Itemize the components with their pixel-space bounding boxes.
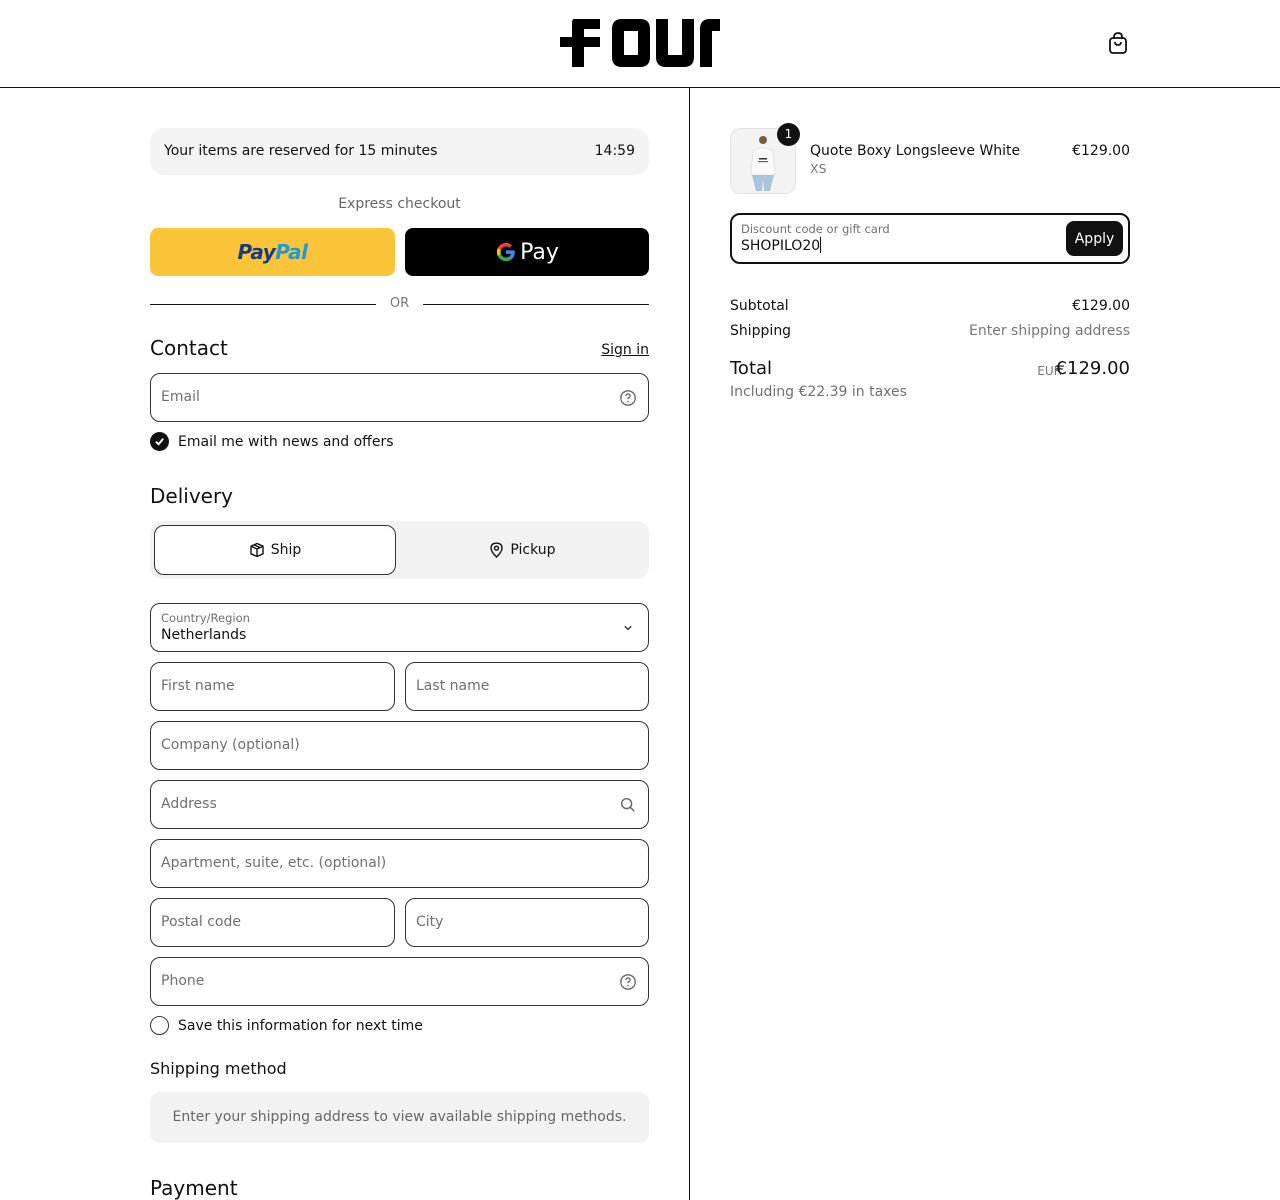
help-circle-icon[interactable] bbox=[619, 389, 637, 407]
discount-label: Discount code or gift card bbox=[741, 222, 890, 236]
first-name-placeholder: First name bbox=[161, 678, 235, 694]
paypal-logo-pay: Pay bbox=[237, 240, 276, 264]
package-box-icon bbox=[250, 542, 264, 558]
search-icon bbox=[620, 797, 635, 812]
subtotal-label: Subtotal bbox=[730, 298, 789, 314]
country-value: Netherlands bbox=[161, 627, 247, 643]
postal-code-placeholder: Postal code bbox=[161, 914, 241, 930]
email-placeholder: Email bbox=[161, 389, 200, 405]
google-g-icon bbox=[496, 242, 515, 262]
brand-logo[interactable] bbox=[560, 19, 720, 67]
product-price: €129.00 bbox=[1072, 143, 1130, 159]
save-info-label: Save this information for next time bbox=[178, 1017, 423, 1034]
ship-label: Ship bbox=[270, 542, 302, 558]
delivery-heading: Delivery bbox=[150, 484, 234, 508]
location-pin-icon bbox=[490, 542, 504, 558]
subtotal-row: Subtotal €129.00 bbox=[730, 298, 1130, 314]
shipping-method-heading: Shipping method bbox=[150, 1059, 287, 1078]
newsletter-label: Email me with news and offers bbox=[178, 433, 394, 450]
header bbox=[0, 0, 1280, 88]
country-select[interactable]: Country/Region Netherlands bbox=[150, 603, 649, 652]
pickup-label: Pickup bbox=[510, 542, 556, 558]
phone-placeholder: Phone bbox=[161, 973, 205, 989]
ship-option[interactable]: Ship bbox=[154, 525, 396, 575]
discount-code-field[interactable]: Discount code or gift card SHOPILO20 App… bbox=[730, 213, 1130, 264]
city-placeholder: City bbox=[416, 914, 444, 930]
google-pay-label: Pay bbox=[520, 239, 559, 265]
shipping-method-info: Enter your shipping address to view avai… bbox=[150, 1092, 649, 1143]
payment-heading: Payment bbox=[150, 1176, 238, 1200]
tax-note: Including €22.39 in taxes bbox=[730, 384, 907, 400]
contact-heading: Contact bbox=[150, 336, 228, 360]
help-circle-icon[interactable] bbox=[619, 973, 637, 991]
pickup-option[interactable]: Pickup bbox=[400, 525, 645, 575]
city-field[interactable]: City bbox=[405, 898, 649, 947]
quantity-badge: 1 bbox=[777, 123, 800, 146]
shopping-bag-icon[interactable] bbox=[1106, 31, 1130, 55]
sign-in-link[interactable]: Sign in bbox=[601, 342, 649, 358]
company-placeholder: Company (optional) bbox=[161, 737, 300, 753]
first-name-field[interactable]: First name bbox=[150, 662, 395, 711]
phone-field[interactable]: Phone bbox=[150, 957, 649, 1006]
postal-code-field[interactable]: Postal code bbox=[150, 898, 395, 947]
chevron-down-icon bbox=[624, 625, 632, 631]
country-label: Country/Region bbox=[161, 611, 250, 625]
paypal-logo-pal: Pal bbox=[275, 240, 308, 264]
reservation-timer: 14:59 bbox=[594, 143, 635, 159]
address-field[interactable]: Address bbox=[150, 780, 649, 829]
apartment-field[interactable]: Apartment, suite, etc. (optional) bbox=[150, 839, 649, 888]
company-field[interactable]: Company (optional) bbox=[150, 721, 649, 770]
newsletter-checkbox[interactable] bbox=[150, 432, 169, 451]
paypal-button[interactable]: PayPal bbox=[150, 228, 395, 276]
reservation-banner: Your items are reserved for 15 minutes 1… bbox=[150, 128, 649, 175]
or-text: OR bbox=[389, 296, 410, 311]
address-placeholder: Address bbox=[161, 796, 217, 812]
newsletter-checkbox-row[interactable]: Email me with news and offers bbox=[150, 432, 394, 451]
save-info-checkbox-row[interactable]: Save this information for next time bbox=[150, 1016, 423, 1035]
checkmark-icon bbox=[155, 438, 164, 446]
total-label: Total bbox=[730, 358, 773, 379]
or-divider: OR bbox=[150, 296, 649, 311]
shipping-label: Shipping bbox=[730, 323, 792, 339]
save-info-checkbox[interactable] bbox=[150, 1016, 169, 1035]
subtotal-value: €129.00 bbox=[1072, 298, 1130, 314]
total-value: €129.00 bbox=[1055, 358, 1130, 379]
last-name-field[interactable]: Last name bbox=[405, 662, 649, 711]
product-variant: XS bbox=[810, 161, 827, 176]
text-cursor bbox=[820, 237, 822, 253]
discount-value-wrap: SHOPILO20 bbox=[741, 237, 822, 254]
apply-discount-button[interactable]: Apply bbox=[1066, 221, 1123, 256]
express-checkout-label: Express checkout bbox=[338, 196, 461, 212]
shipping-value: Enter shipping address bbox=[969, 323, 1130, 339]
google-pay-button[interactable]: Pay bbox=[405, 228, 649, 276]
apartment-placeholder: Apartment, suite, etc. (optional) bbox=[161, 855, 387, 871]
reservation-text: Your items are reserved for 15 minutes bbox=[164, 143, 438, 159]
shipping-row: Shipping Enter shipping address bbox=[730, 323, 1130, 339]
discount-value: SHOPILO20 bbox=[741, 238, 821, 254]
product-name: Quote Boxy Longsleeve White bbox=[810, 143, 1021, 159]
last-name-placeholder: Last name bbox=[416, 678, 490, 694]
column-divider bbox=[689, 88, 690, 1200]
email-field[interactable]: Email bbox=[150, 373, 649, 422]
delivery-method-toggle: Ship Pickup bbox=[150, 521, 649, 579]
